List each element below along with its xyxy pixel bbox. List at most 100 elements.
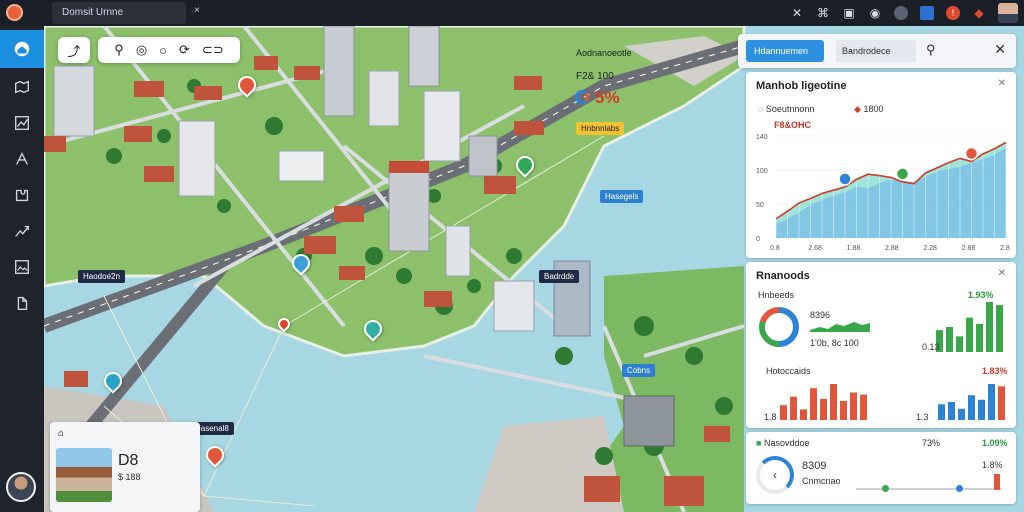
map-toolbar: ⚲ ◎ ○ ⟳ ⊂⊃ (98, 37, 240, 63)
chart-marker[interactable] (838, 172, 852, 186)
legend-right: ◆ 1800 (854, 104, 884, 114)
bottom-pct: 73% (922, 438, 941, 448)
map-tag-left[interactable]: Haodoe2n (78, 270, 125, 283)
map-tag-bubble1[interactable]: Hasegels (600, 190, 644, 203)
window-icon[interactable] (920, 6, 934, 20)
bar-chart-mixed[interactable] (938, 380, 1008, 420)
bar (780, 405, 787, 420)
slider-handle[interactable] (956, 485, 963, 492)
puzzle-icon[interactable] (0, 176, 44, 214)
save-icon[interactable]: ▣ (842, 6, 856, 20)
donut-sub: 1'0b, 8c 100 (810, 338, 859, 348)
puzzle-icon[interactable]: ⌘ (816, 6, 830, 20)
x-tick-label: 2.68 (808, 245, 822, 252)
tab-close-icon[interactable]: × (194, 5, 200, 16)
x-tick-label: 2.28 (923, 245, 937, 252)
bar (830, 384, 837, 420)
title-bar: Domsit Urnne × ✕ ⌘ ▣ ◉ ! ◆ (0, 0, 1024, 26)
progress-ring[interactable]: ‹ (756, 456, 794, 494)
bar (800, 409, 807, 420)
bar (968, 395, 975, 420)
house-sub: $ 188 (118, 472, 141, 482)
image-icon[interactable] (0, 248, 44, 286)
tab-main[interactable]: Domsit Urnne (52, 2, 186, 24)
sidebar (0, 26, 44, 512)
price-value: F8&OHC (774, 120, 812, 130)
close-icon[interactable]: ✕ (998, 78, 1006, 89)
bar (946, 327, 953, 352)
y-tick-label: 140 (756, 134, 768, 141)
bottom-value: 8309 (802, 460, 827, 472)
bar (976, 323, 983, 352)
app-logo (6, 4, 23, 21)
primary-button[interactable]: Hdannuemen (746, 40, 824, 62)
chat-icon[interactable]: ◉ (868, 6, 882, 20)
axis-right: 1.3 (916, 412, 929, 422)
headline-label: Aodnanoeotle (576, 48, 632, 58)
map-tag-bubble2[interactable]: Badrdde (539, 270, 580, 283)
bar (860, 394, 867, 420)
search-icon[interactable]: ⚲ (114, 42, 124, 58)
slider-handle[interactable] (882, 485, 889, 492)
close-icon[interactable]: ✕ (994, 41, 1006, 58)
x-tick-label: 2.88 (1000, 245, 1010, 252)
tab-label: Domsit Urnne (62, 7, 124, 18)
alert-icon[interactable]: ! (946, 6, 960, 20)
house-thumbnail (56, 448, 112, 502)
bar-chart-green[interactable] (936, 298, 1006, 352)
row2-left: Hotoccaids (766, 366, 811, 376)
bar (820, 398, 827, 420)
donut-chart[interactable] (756, 304, 802, 350)
visibility-icon[interactable]: ⊂⊃ (202, 42, 224, 58)
house-value: D8 (118, 452, 139, 469)
close-icon[interactable]: ✕ (998, 268, 1006, 279)
bar (986, 302, 993, 352)
share-icon[interactable]: ⟳ (179, 42, 190, 58)
bottom-right-small: 1.8% (982, 460, 1003, 470)
slider-bar (994, 474, 1000, 490)
row2-right: 1.83% (982, 366, 1008, 376)
share-icon[interactable] (0, 284, 44, 322)
bottom-value-sub: Cnmcnao (802, 476, 841, 486)
map-tag-bubble3[interactable]: Cobns (622, 364, 656, 377)
settings-icon[interactable] (0, 140, 44, 178)
home-icon: ⌂ (58, 428, 65, 439)
circle-icon[interactable]: ○ (159, 43, 167, 58)
main-chart-card: Manhob ligeotine ✕ ◌ Soeutnnonn ◆ 1800 F… (746, 72, 1016, 258)
card-title: Manhob ligeotine (756, 80, 847, 92)
y-tick-label: 100 (756, 168, 768, 175)
route-tool[interactable]: ⤴ (58, 37, 90, 63)
record-icon[interactable] (894, 6, 908, 20)
headline-tag: Hnbnnlabs (576, 122, 625, 135)
chart-marker[interactable] (964, 146, 979, 161)
chart-marker[interactable] (895, 167, 910, 181)
y-tick-label: 50 (756, 202, 764, 209)
bar (956, 336, 963, 352)
layers-icon[interactable]: ◎ (136, 42, 147, 58)
bar (850, 392, 857, 420)
search-field[interactable] (836, 40, 916, 62)
map-icon[interactable] (0, 68, 44, 106)
bar-chart-red[interactable] (780, 380, 870, 420)
avatar[interactable] (998, 3, 1018, 23)
house-card[interactable]: ⌂ D8 $ 188 (50, 422, 200, 512)
bar (938, 404, 945, 420)
timeline-slider[interactable] (856, 474, 1002, 492)
user-avatar[interactable] (6, 472, 36, 502)
bar (840, 400, 847, 420)
donut-slice (759, 320, 780, 347)
chart-icon[interactable] (0, 104, 44, 142)
home-icon[interactable] (0, 30, 44, 68)
bars-right-label: 0.13 (922, 342, 940, 352)
shield-icon[interactable]: ◆ (972, 6, 986, 20)
row1-left: Hnbeeds (758, 290, 795, 300)
close-icon[interactable]: ✕ (790, 6, 804, 20)
axis-left: 1.8 (764, 412, 777, 422)
area-chart[interactable]: 140 100 50 0 0.8 2.68 1.88 2.88 2.28 2.88 2.88 (754, 132, 1010, 252)
sparkline (810, 322, 870, 332)
route-icon: ⤴ (67, 43, 81, 59)
search-icon[interactable]: ⚲ (926, 42, 936, 58)
growth-icon[interactable] (0, 212, 44, 250)
bar (810, 388, 817, 420)
bar (948, 402, 955, 420)
